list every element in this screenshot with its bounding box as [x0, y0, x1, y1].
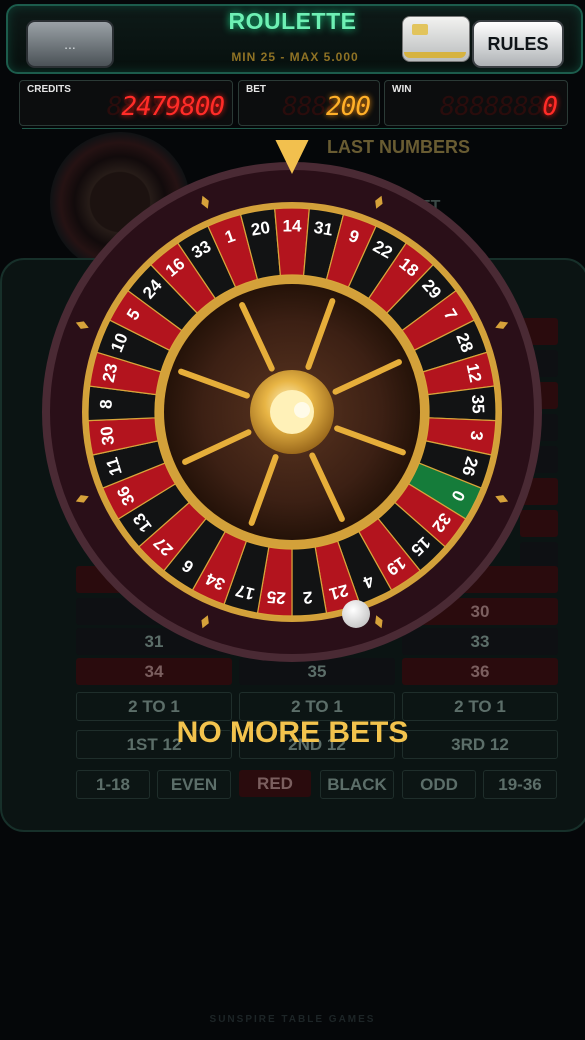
wheel-number-label: 2	[302, 587, 313, 607]
outside-bet-low[interactable]: 1-18	[76, 770, 150, 799]
wheel-number-label: 20	[250, 218, 272, 240]
hub-highlight	[294, 402, 310, 418]
rules-button[interactable]: RULES	[472, 20, 564, 68]
wheel-number-label: 8	[96, 399, 115, 409]
wheel-number-label: 35	[468, 394, 488, 414]
outside-bet-high[interactable]: 19-36	[483, 770, 557, 799]
outside-bet-odd[interactable]: ODD	[402, 770, 476, 799]
bet-value: 200	[326, 92, 371, 122]
bet-limits: MIN 25 - MAX 5.000	[231, 50, 359, 64]
outside-bet-black[interactable]: BLACK	[320, 770, 394, 799]
wheel-number-label: 31	[313, 218, 335, 240]
roulette-ball	[342, 600, 370, 628]
card-stripe-icon	[404, 52, 466, 58]
wheel-number-label: 30	[97, 425, 118, 446]
footer-brand: SUNSPIRE TABLE GAMES	[209, 1014, 376, 1025]
divider	[22, 128, 562, 129]
win-value: 0	[542, 92, 558, 122]
outside-bet-even[interactable]: EVEN	[157, 770, 231, 799]
wheel-number-label: 14	[283, 217, 302, 236]
roulette-wheel: 0321519421225173462713361130823105241633…	[42, 140, 542, 662]
card-chip-icon	[412, 24, 428, 35]
wheel-number-label: 23	[99, 362, 122, 385]
outside-bet-red[interactable]: RED	[239, 770, 311, 797]
wheel-number-label: 12	[463, 362, 486, 385]
wheel-number-label: 25	[266, 587, 286, 608]
status-message: NO MORE BETS	[176, 716, 409, 749]
credits-value: 2479800	[121, 92, 225, 122]
